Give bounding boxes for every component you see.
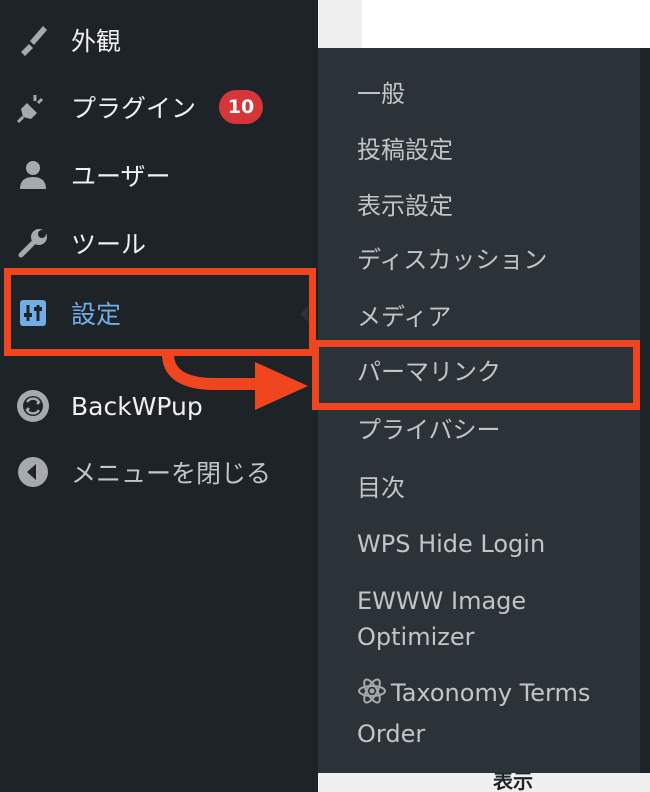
annotation-arrow-icon — [162, 350, 308, 410]
